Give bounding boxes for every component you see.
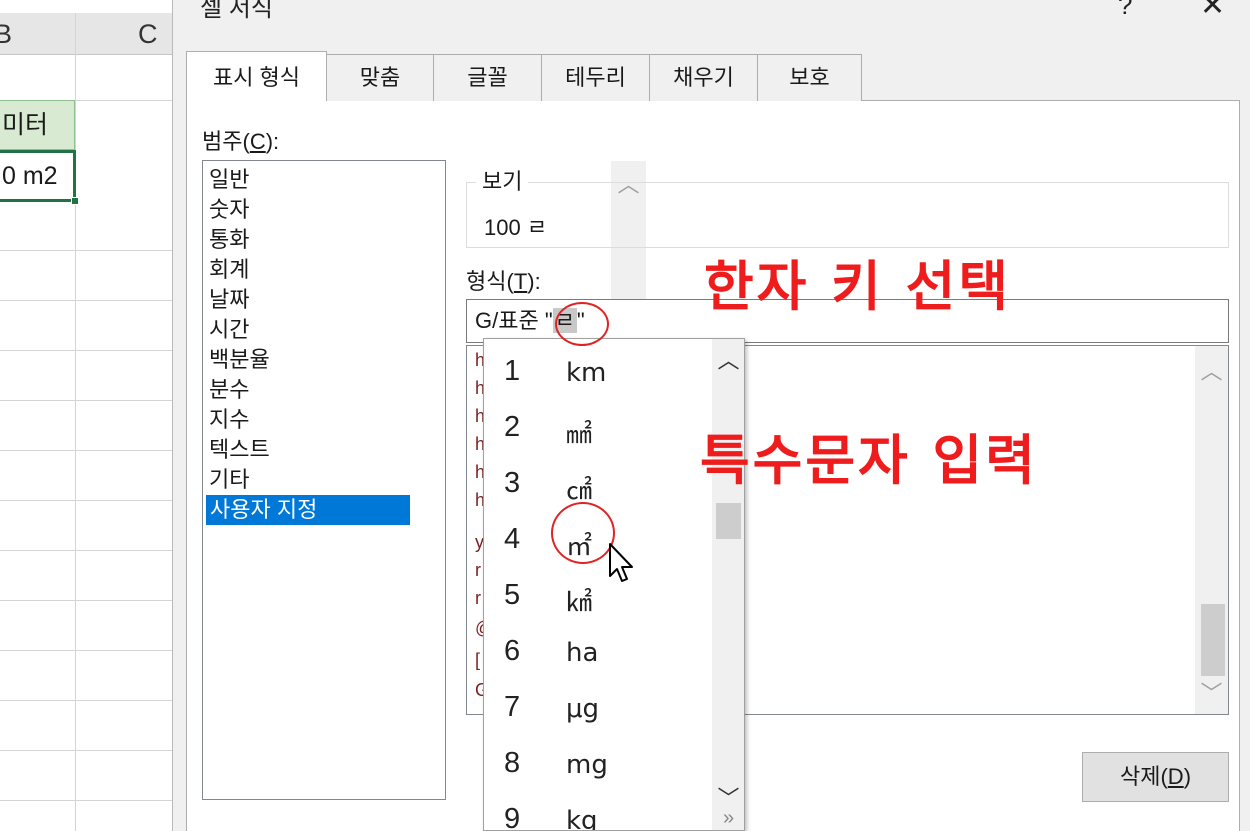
highlight-circle [555,302,609,346]
delete-button[interactable]: 삭제(D) [1082,752,1229,802]
candidate-item[interactable]: 9 kg [484,793,709,830]
chevron-up-icon[interactable]: ︿ [712,343,744,375]
tab-alignment[interactable]: 맞춤 [326,54,434,101]
category-item-custom[interactable]: 사용자 지정 [206,495,410,525]
candidate-item[interactable]: 7 μg [484,681,709,737]
preview-value: 100 ㄹ [484,215,548,240]
gridline [0,700,172,701]
candidate-item[interactable]: 8 mg [484,737,709,793]
popup-scrollbar[interactable]: ︿ ﹀ » [712,339,744,830]
category-item-currency[interactable]: 통화 [209,225,249,255]
chevron-down-icon[interactable]: ﹀ [1195,676,1228,708]
column-header-row: B C [0,13,172,55]
cell-header-meter[interactable]: 미터 [0,100,75,150]
category-item-special[interactable]: 기타 [209,465,249,495]
category-item-accounting[interactable]: 회계 [209,255,249,285]
category-item-scientific[interactable]: 지수 [209,405,249,435]
mouse-cursor-icon [609,543,633,582]
chevron-up-icon[interactable]: ︿ [1195,354,1228,386]
format-type-label: 형식(T): [466,269,541,294]
tab-font[interactable]: 글꼴 [433,54,542,101]
gridline [0,250,172,251]
category-item-general[interactable]: 일반 [209,165,249,195]
list-item[interactable]: [ [475,650,480,671]
candidate-item[interactable]: 5 ㎢ [484,569,709,625]
gridline [0,750,172,751]
gridline [0,600,172,601]
gridline [0,400,172,401]
candidate-item[interactable]: 2 ㎟ [484,401,709,457]
gridline [0,450,172,451]
category-item-time[interactable]: 시간 [209,315,249,345]
category-item-fraction[interactable]: 분수 [209,375,249,405]
selected-cell[interactable]: 0 m2 [0,150,76,202]
column-header-b[interactable]: B [0,19,12,50]
annotation-special-char: 특수문자 입력 [700,429,1038,492]
help-button[interactable]: ? [1118,0,1132,21]
tab-fill[interactable]: 채우기 [649,54,758,101]
fill-handle[interactable] [71,197,79,205]
gridline [0,800,172,801]
worksheet-area: B C 미터 0 m2 [0,0,172,831]
close-button[interactable]: ✕ [1200,0,1225,23]
gridline [0,650,172,651]
tab-protection[interactable]: 보호 [757,54,862,101]
gridline [0,550,172,551]
dialog-title: 셀 서식 [200,0,273,22]
tab-border[interactable]: 테두리 [541,54,650,101]
category-item-percentage[interactable]: 백분율 [209,345,270,375]
candidate-item[interactable]: 1 km [484,345,709,401]
category-item-text[interactable]: 텍스트 [209,435,270,465]
scrollbar-thumb[interactable] [1201,604,1225,676]
column-header-c[interactable]: C [138,19,158,50]
gridline [0,500,172,501]
gridline [0,350,172,351]
category-label: 범주(C): [202,129,280,154]
gridline [75,13,76,831]
scrollbar-thumb[interactable] [716,503,741,539]
preview-group [466,182,1229,248]
highlight-circle [551,502,615,564]
preview-label: 보기 [476,164,529,196]
gridline [0,300,172,301]
list-item[interactable]: r [475,560,481,581]
page-next-icon[interactable]: » [712,807,744,830]
annotation-hanja-key: 한자 키 선택 [704,255,1011,318]
candidate-item[interactable]: 6 ha [484,625,709,681]
category-list[interactable]: 일반 숫자 통화 회계 날짜 시간 백분율 분수 지수 텍스트 기타 사용자 지… [202,160,646,800]
tab-number-format[interactable]: 표시 형식 [186,51,327,101]
list-item[interactable]: r [475,588,481,609]
category-item-number[interactable]: 숫자 [209,195,249,225]
category-item-date[interactable]: 날짜 [209,285,249,315]
